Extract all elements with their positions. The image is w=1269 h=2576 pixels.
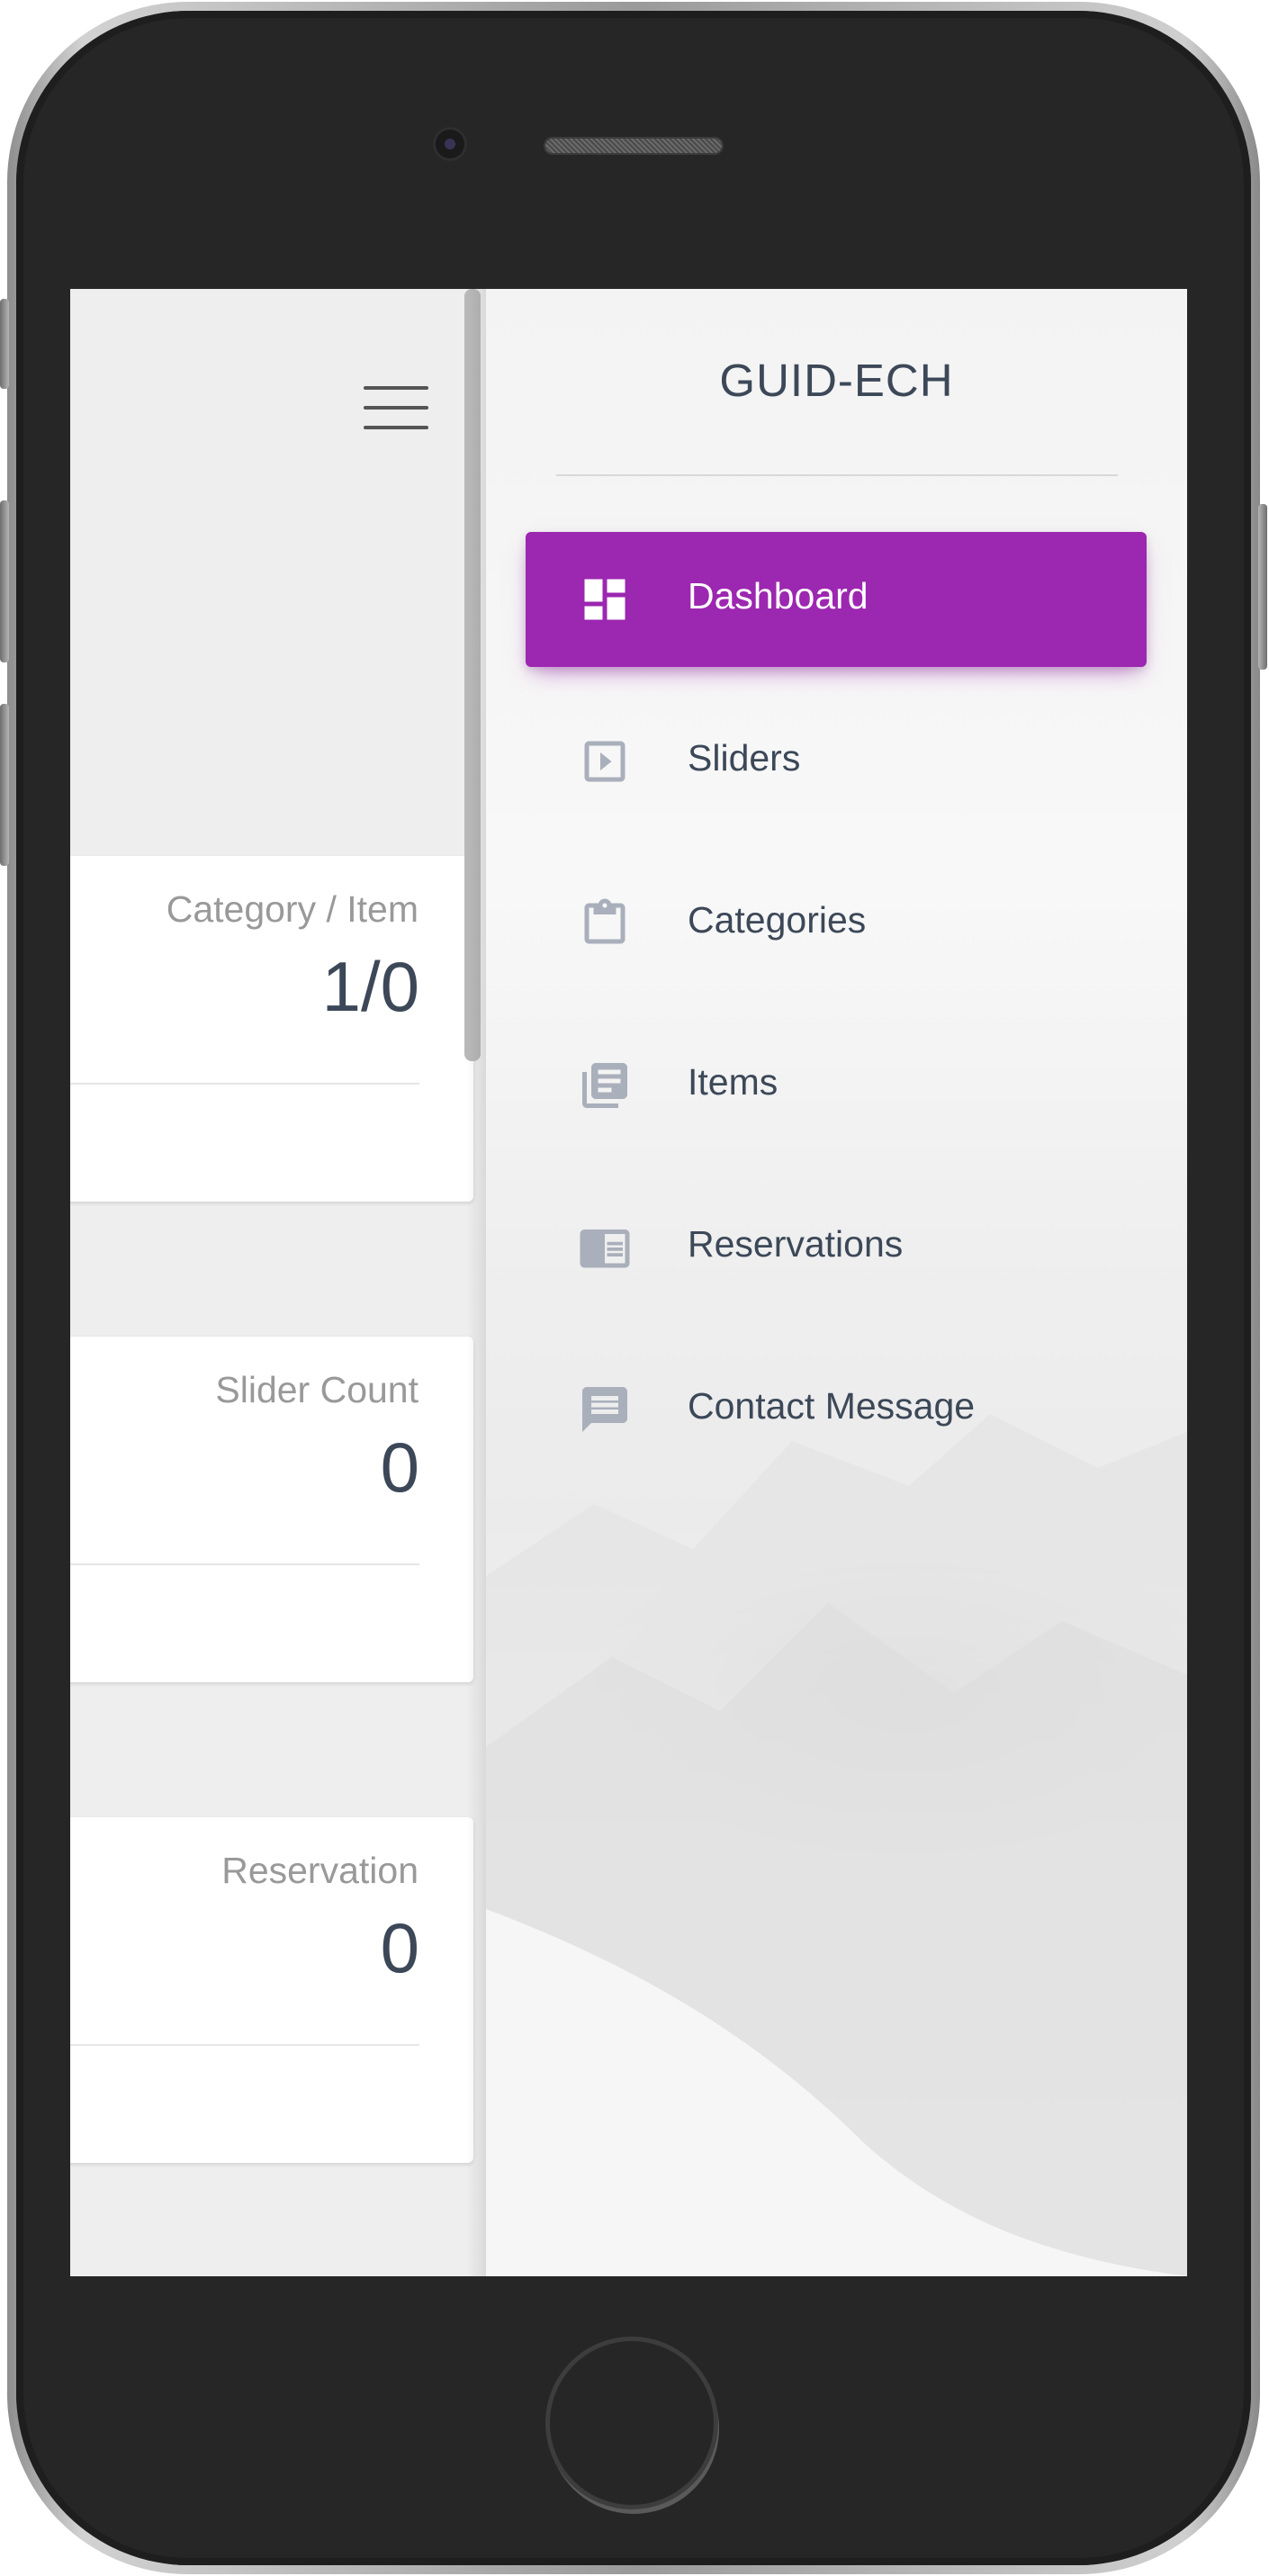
volume-up-button [0, 500, 9, 662]
library-books-icon [582, 1063, 627, 1108]
clipboard-icon [584, 898, 626, 944]
sidebar-item-label: Categories [688, 899, 867, 941]
main-content: Category / Item 1/0 Slider Count 0 Reser… [70, 289, 485, 2276]
sidebar-item-reservations[interactable]: Reservations [526, 1180, 1147, 1315]
stat-card-category-item: Category / Item 1/0 [70, 856, 473, 1202]
stat-card-label: Slider Count [215, 1369, 418, 1410]
sidebar-item-label: Items [688, 1061, 778, 1103]
sidebar-item-items[interactable]: Items [526, 1018, 1147, 1153]
stat-card-slider-count: Slider Count 0 [70, 1337, 473, 1682]
home-button[interactable] [545, 2337, 718, 2509]
sidebar-item-dashboard[interactable]: Dashboard [526, 532, 1147, 667]
earpiece-speaker [544, 137, 724, 155]
stat-card-reservation: Reservation 0 [70, 1817, 473, 2163]
sidebar-item-sliders[interactable]: Sliders [526, 694, 1147, 829]
message-icon [582, 1387, 627, 1432]
sidebar: GUID-ECH Dashboard Sliders Categories It… [486, 289, 1187, 2276]
brand-title[interactable]: GUID-ECH [486, 354, 1187, 407]
front-camera [436, 130, 464, 158]
stat-card-divider [70, 2044, 419, 2046]
stat-card-value: 0 [380, 1428, 419, 1507]
stat-card-divider [70, 1563, 419, 1565]
app-screen: Category / Item 1/0 Slider Count 0 Reser… [70, 289, 1187, 2276]
stat-card-label: Reservation [221, 1850, 418, 1891]
stat-card-value: 1/0 [321, 947, 419, 1026]
sidebar-item-label: Contact Message [688, 1385, 976, 1427]
stat-card-divider [70, 1083, 419, 1085]
chrome-reader-mode-icon [580, 1229, 630, 1268]
sidebar-item-label: Dashboard [688, 575, 868, 617]
dashboard-icon [584, 579, 626, 620]
volume-down-button [0, 704, 9, 866]
stat-card-value: 0 [380, 1908, 419, 1987]
slideshow-icon [584, 741, 626, 782]
brand-divider [556, 474, 1118, 476]
sidebar-item-label: Reservations [688, 1223, 904, 1265]
power-button [1258, 504, 1267, 670]
sidebar-item-label: Sliders [688, 737, 801, 779]
stat-card-label: Category / Item [166, 888, 418, 930]
mute-switch [0, 299, 9, 389]
sidebar-item-categories[interactable]: Categories [526, 856, 1147, 991]
sidebar-item-contact-message[interactable]: Contact Message [526, 1342, 1147, 1477]
hamburger-menu-icon[interactable] [364, 386, 428, 429]
